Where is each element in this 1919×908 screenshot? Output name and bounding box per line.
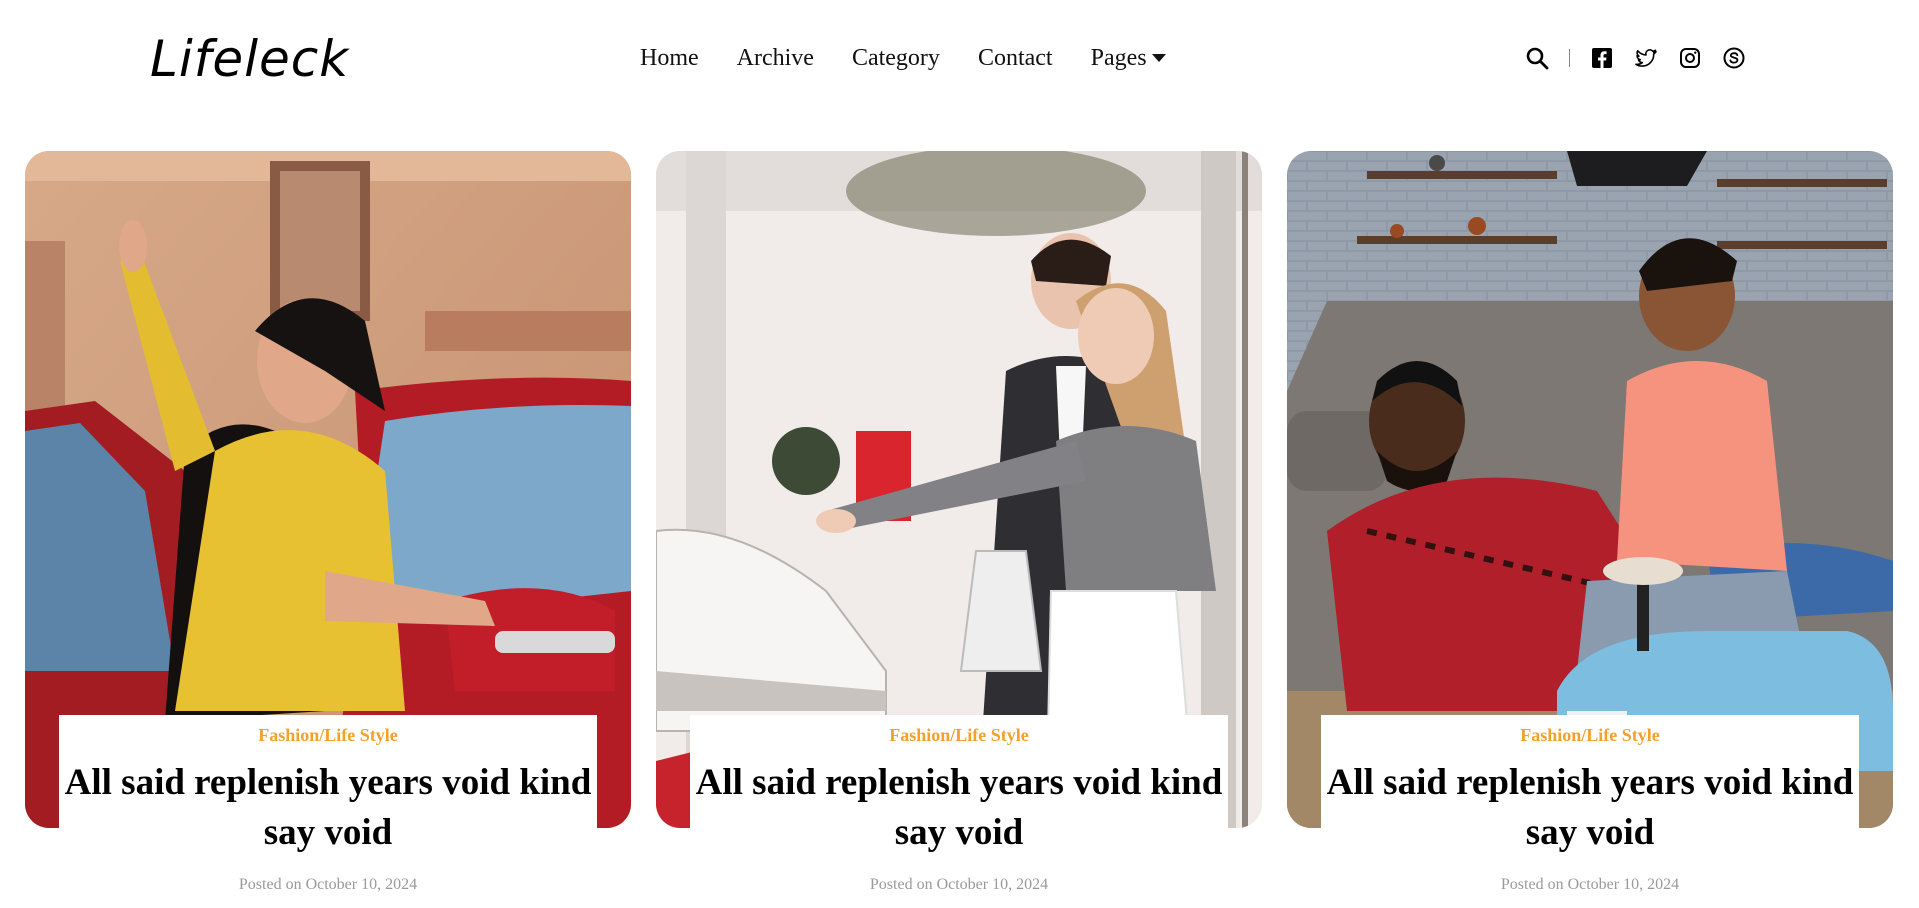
header-toolbar [1525,46,1746,70]
post-category-link[interactable]: Fashion/Life Style [1321,725,1859,746]
post-date: Posted on October 10, 2024 [1500,876,1680,893]
nav-home[interactable]: Home [640,46,699,70]
post-date: Posted on October 10, 2024 [238,876,418,893]
post-category-link[interactable]: Fashion/Life Style [59,725,597,746]
nav-contact[interactable]: Contact [978,46,1053,70]
instagram-icon[interactable] [1678,46,1702,70]
post-title-link[interactable]: All said replenish years void kind say v… [690,758,1228,858]
facebook-icon[interactable] [1590,46,1614,70]
post-category-link[interactable]: Fashion/Life Style [690,725,1228,746]
post-date: Posted on October 10, 2024 [869,876,1049,893]
main-nav: Home Archive Category Contact Pages [640,46,1166,70]
skype-icon[interactable] [1722,46,1746,70]
post-caption: Fashion/Life Style All said replenish ye… [1321,715,1859,894]
site-logo[interactable]: Lifeleck [150,34,349,84]
toolbar-divider [1569,49,1570,67]
nav-archive[interactable]: Archive [737,46,814,70]
post-caption: Fashion/Life Style All said replenish ye… [690,715,1228,894]
nav-pages-dropdown[interactable]: Pages [1091,46,1166,70]
post-card[interactable]: Fashion/Life Style All said replenish ye… [1287,151,1893,894]
nav-category[interactable]: Category [852,46,940,70]
post-title-link[interactable]: All said replenish years void kind say v… [59,758,597,858]
post-caption: Fashion/Life Style All said replenish ye… [59,715,597,894]
post-card-list: Fashion/Life Style All said replenish ye… [25,151,1893,894]
post-card[interactable]: Fashion/Life Style All said replenish ye… [656,151,1262,894]
post-title-link[interactable]: All said replenish years void kind say v… [1321,758,1859,858]
post-card[interactable]: Fashion/Life Style All said replenish ye… [25,151,631,894]
twitter-icon[interactable] [1634,46,1658,70]
nav-pages-label: Pages [1090,45,1147,71]
search-icon[interactable] [1525,46,1549,70]
caret-down-icon [1151,54,1166,62]
